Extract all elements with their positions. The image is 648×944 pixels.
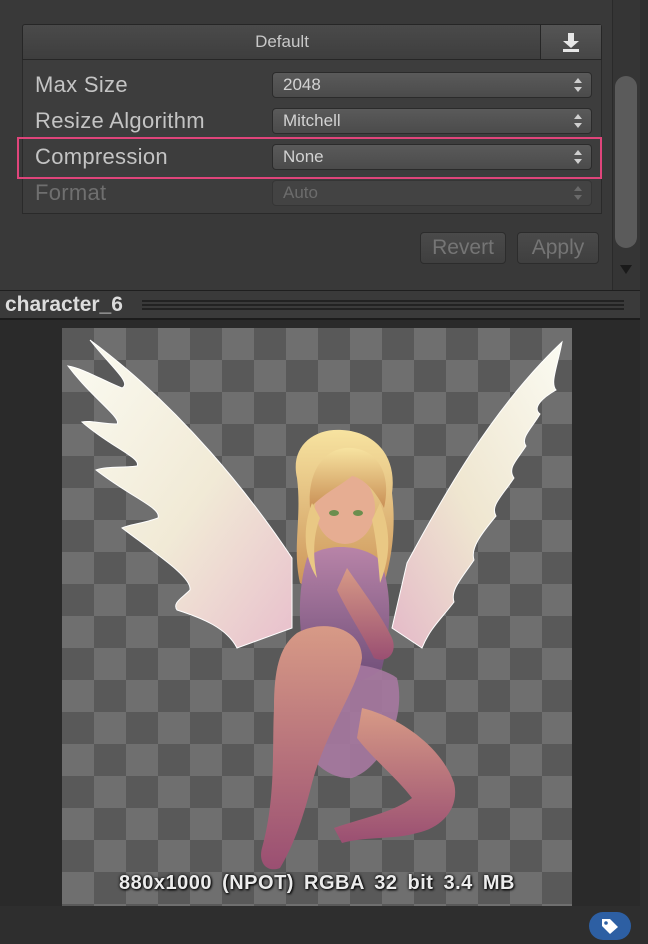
platform-settings-box: Max Size 2048 Resize Algorithm Mitchell [22,60,602,214]
platform-tab-bar: Default [22,24,602,60]
format-value: Auto [283,183,318,202]
angel-character-image [66,339,563,870]
scroll-down-arrow-icon[interactable] [620,265,632,274]
apply-button[interactable]: Apply [517,232,599,264]
max-size-dropdown[interactable]: 2048 [272,72,592,98]
texture-import-inspector: Default Max Size 2048 Resize Algorithm M… [0,0,648,944]
resize-algorithm-dropdown[interactable]: Mitchell [272,108,592,134]
scrollbar-thumb[interactable] [615,76,637,248]
dropdown-arrows-icon [574,150,582,164]
resize-algorithm-label: Resize Algorithm [35,108,205,133]
inspector-scrollbar[interactable] [612,0,641,290]
tag-icon [602,919,618,934]
max-size-label: Max Size [35,72,128,97]
compression-dropdown[interactable]: None [272,144,592,170]
import-settings-panel: Default Max Size 2048 Resize Algorithm M… [0,0,648,290]
texture-info-label: 880x1000 (NPOT) RGBA 32 bit 3.4 MB [119,872,515,894]
compression-label: Compression [35,144,168,169]
preview-footer [0,906,640,944]
transparency-checkerboard [62,328,572,906]
format-label: Format [35,180,107,205]
preview-header[interactable]: character_6 [0,290,640,320]
resize-grip-icon[interactable] [142,300,624,310]
dropdown-arrows-icon [574,114,582,128]
setting-row-max-size: Max Size 2048 [35,70,595,100]
setting-row-format: Format Auto [35,178,595,208]
compression-value: None [283,147,324,166]
format-dropdown: Auto [272,180,592,206]
dropdown-arrows-icon [574,186,582,200]
dropdown-arrows-icon [574,78,582,92]
tab-default[interactable]: Default [23,25,541,59]
revert-button[interactable]: Revert [420,232,506,264]
setting-row-resize-algorithm: Resize Algorithm Mitchell [35,106,595,136]
max-size-value: 2048 [283,75,321,94]
window-edge [640,0,648,944]
download-icon [563,33,579,52]
preview-title: character_6 [5,293,123,316]
download-button[interactable] [540,25,601,59]
texture-preview-area: 880x1000 (NPOT) RGBA 32 bit 3.4 MB [0,320,640,944]
setting-row-compression: Compression None [35,142,595,172]
asset-label-button[interactable] [589,912,631,940]
resize-algorithm-value: Mitchell [283,111,341,130]
